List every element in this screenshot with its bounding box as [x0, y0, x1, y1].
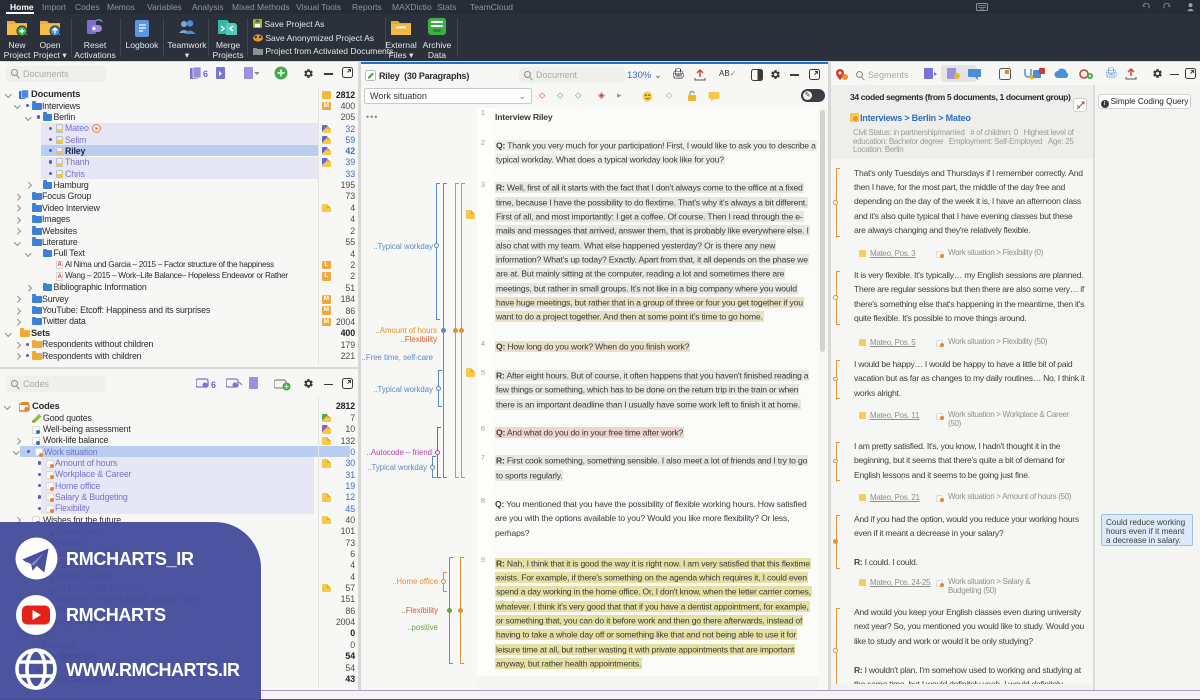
svg-text:6: 6: [203, 69, 208, 79]
svg-text:6: 6: [211, 380, 216, 390]
